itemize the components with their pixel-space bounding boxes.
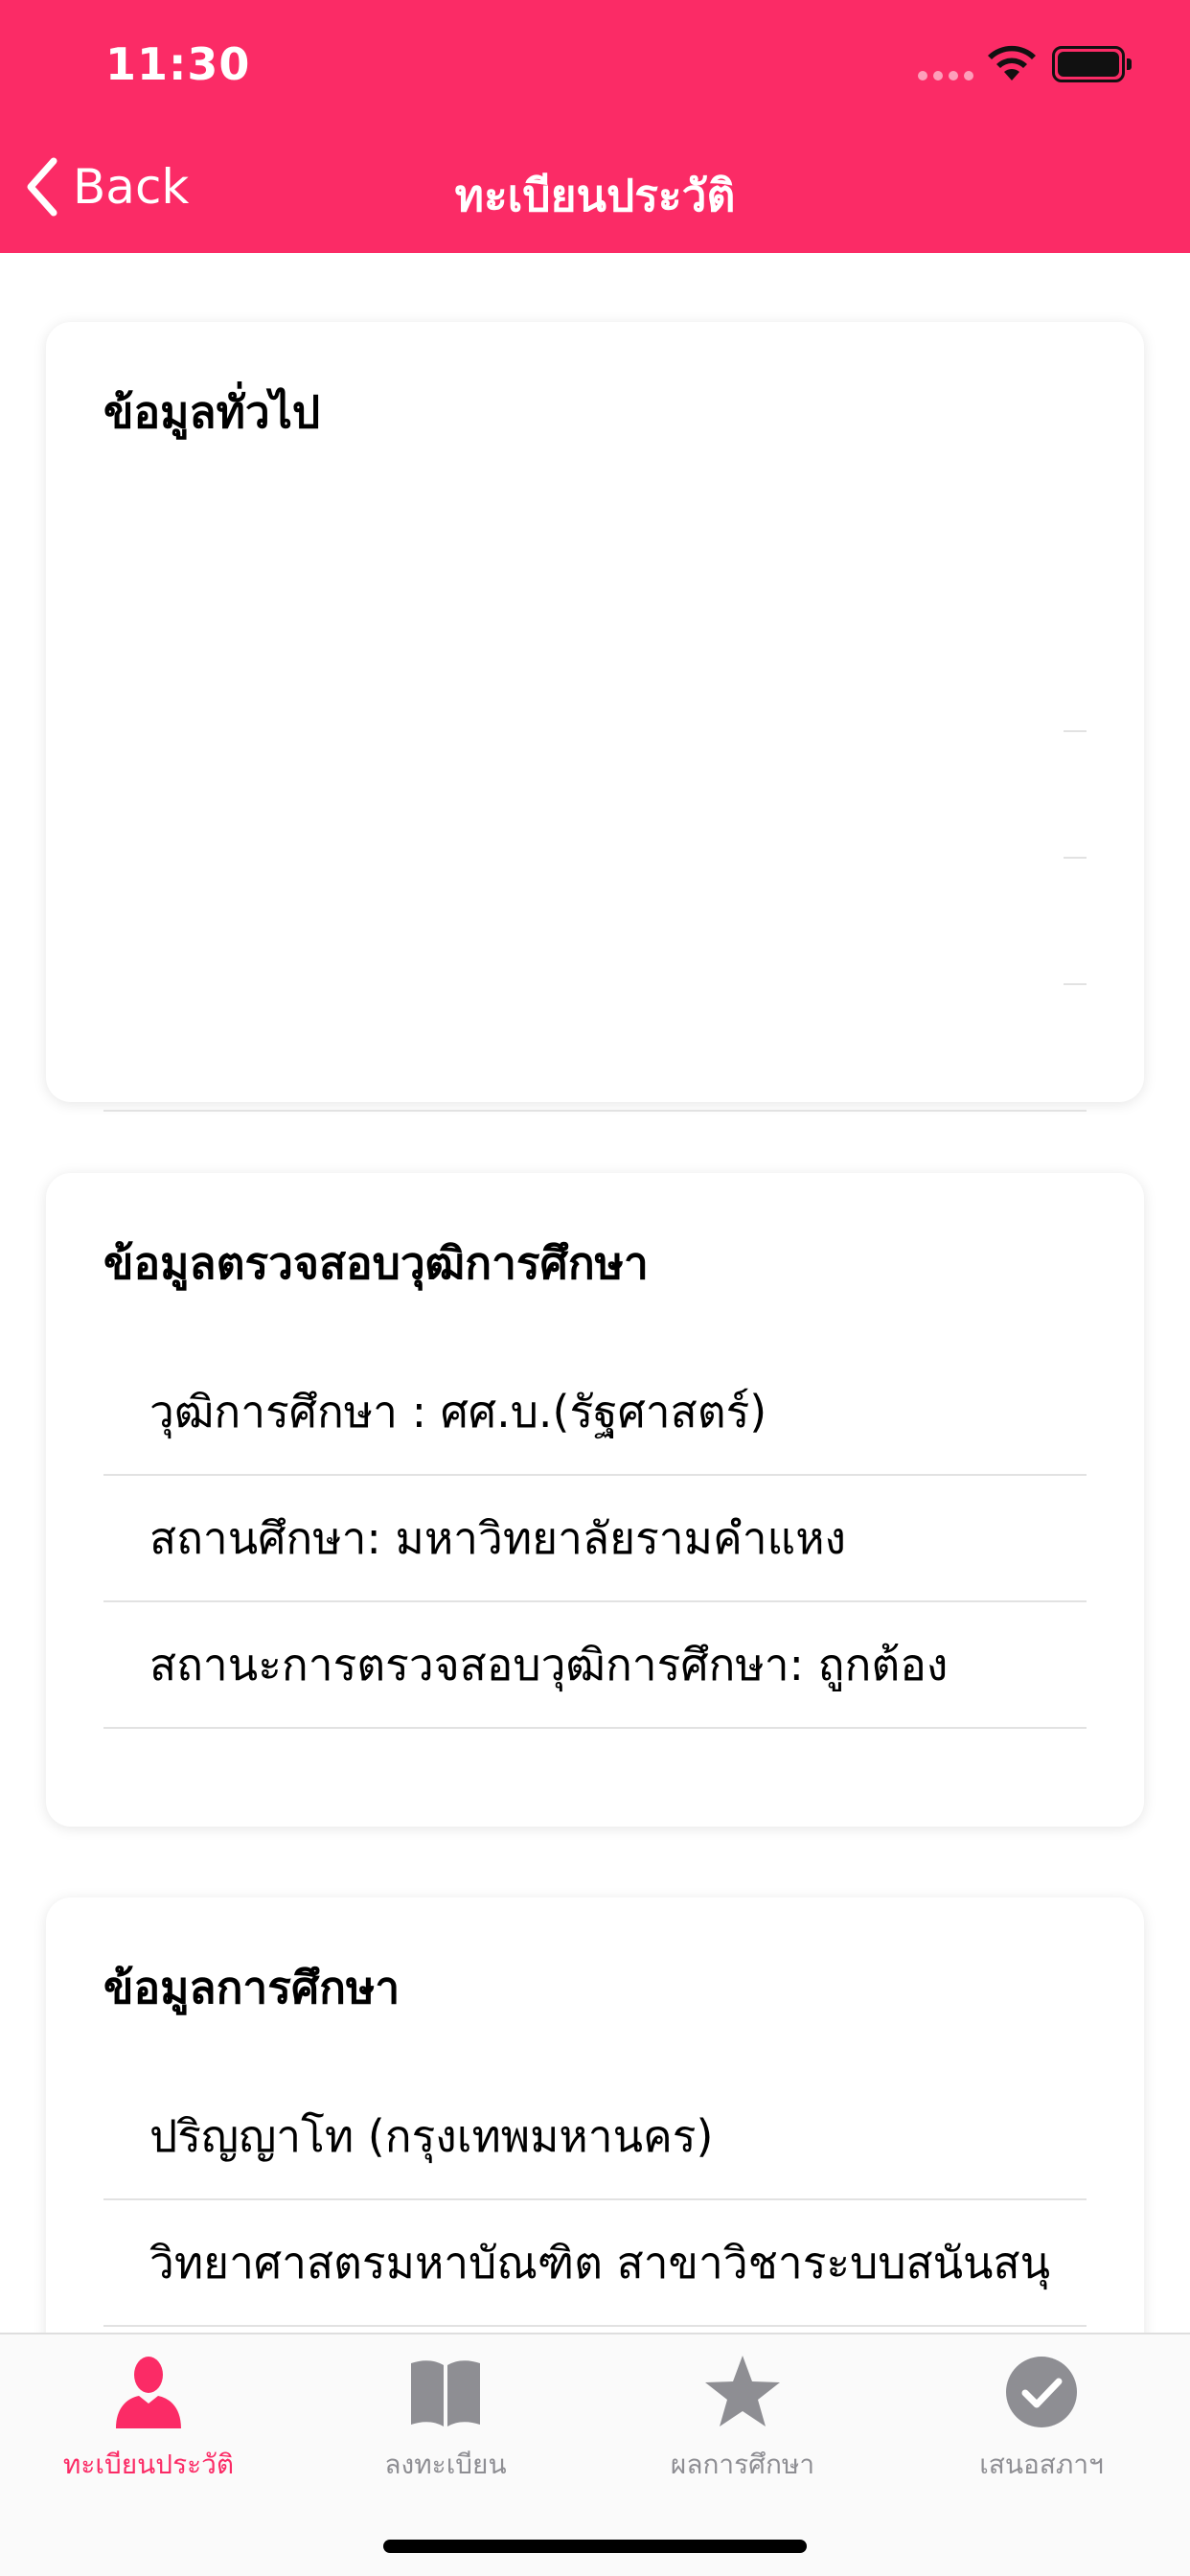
general-info-title: ข้อมูลทั่วไป xyxy=(103,386,321,438)
tab-registration-label: ลงทะเบียน xyxy=(384,2449,507,2480)
list-item-verification-status: สถานะการตรวจสอบวุฒิการศึกษา: ถูกต้อง xyxy=(103,1602,1087,1729)
tab-council[interactable]: เสนอสภาฯ xyxy=(893,2352,1190,2515)
star-icon xyxy=(705,2356,780,2426)
cellular-signal-icon xyxy=(918,71,973,80)
list-item-degree: วุฒิการศึกษา : ศศ.บ.(รัฐศาสตร์) xyxy=(103,1349,1087,1476)
home-indicator[interactable] xyxy=(383,2540,807,2553)
education-info-card: ข้อมูลการศึกษา ปริญญาโท (กรุงเทพมหานคร) … xyxy=(46,1898,1144,2333)
page-title: ทะเบียนประวัติ xyxy=(454,170,736,221)
general-info-card: ข้อมูลทั่วไป xyxy=(46,322,1144,1112)
checkmark-circle-icon xyxy=(1006,2357,1077,2427)
person-icon xyxy=(116,2357,181,2428)
row-divider xyxy=(1064,857,1087,859)
education-info-title: ข้อมูลการศึกษา xyxy=(103,1962,400,2013)
list-item-degree-level: ปริญญาโท (กรุงเทพมหานคร) xyxy=(103,2074,1087,2200)
tab-results[interactable]: ผลการศึกษา xyxy=(594,2352,891,2515)
list-item-program: วิทยาศาสตรมหาบัณฑิต สาขาวิชาระบบสนันสนุ xyxy=(103,2200,1087,2327)
navigation-header: 11:30 Back ทะเบียนประวัติ xyxy=(0,0,1190,253)
wifi-icon xyxy=(988,45,1036,80)
tab-results-label: ผลการศึกษา xyxy=(670,2449,815,2480)
list-item-institution: สถานศึกษา: มหาวิทยาลัยรามคำแหง xyxy=(103,1476,1087,1602)
list-item xyxy=(103,985,1087,1112)
tab-council-label: เสนอสภาฯ xyxy=(979,2449,1104,2480)
degree-verification-title: ข้อมูลตรวจสอบวุฒิการศึกษา xyxy=(103,1237,649,1289)
tab-profile-label: ทะเบียนประวัติ xyxy=(62,2449,235,2480)
tab-profile[interactable]: ทะเบียนประวัติ xyxy=(0,2352,297,2515)
tab-registration[interactable]: ลงทะเบียน xyxy=(297,2352,594,2515)
battery-icon xyxy=(1052,46,1132,82)
content-scroll[interactable]: ข้อมูลทั่วไป ข้อมูลตรวจสอบวุฒิการศึกษา ว… xyxy=(0,253,1190,2333)
row-divider xyxy=(1064,730,1087,732)
book-icon xyxy=(411,2360,480,2426)
degree-verification-card: ข้อมูลตรวจสอบวุฒิการศึกษา วุฒิการศึกษา :… xyxy=(46,1173,1144,1827)
status-time: 11:30 xyxy=(105,38,251,90)
